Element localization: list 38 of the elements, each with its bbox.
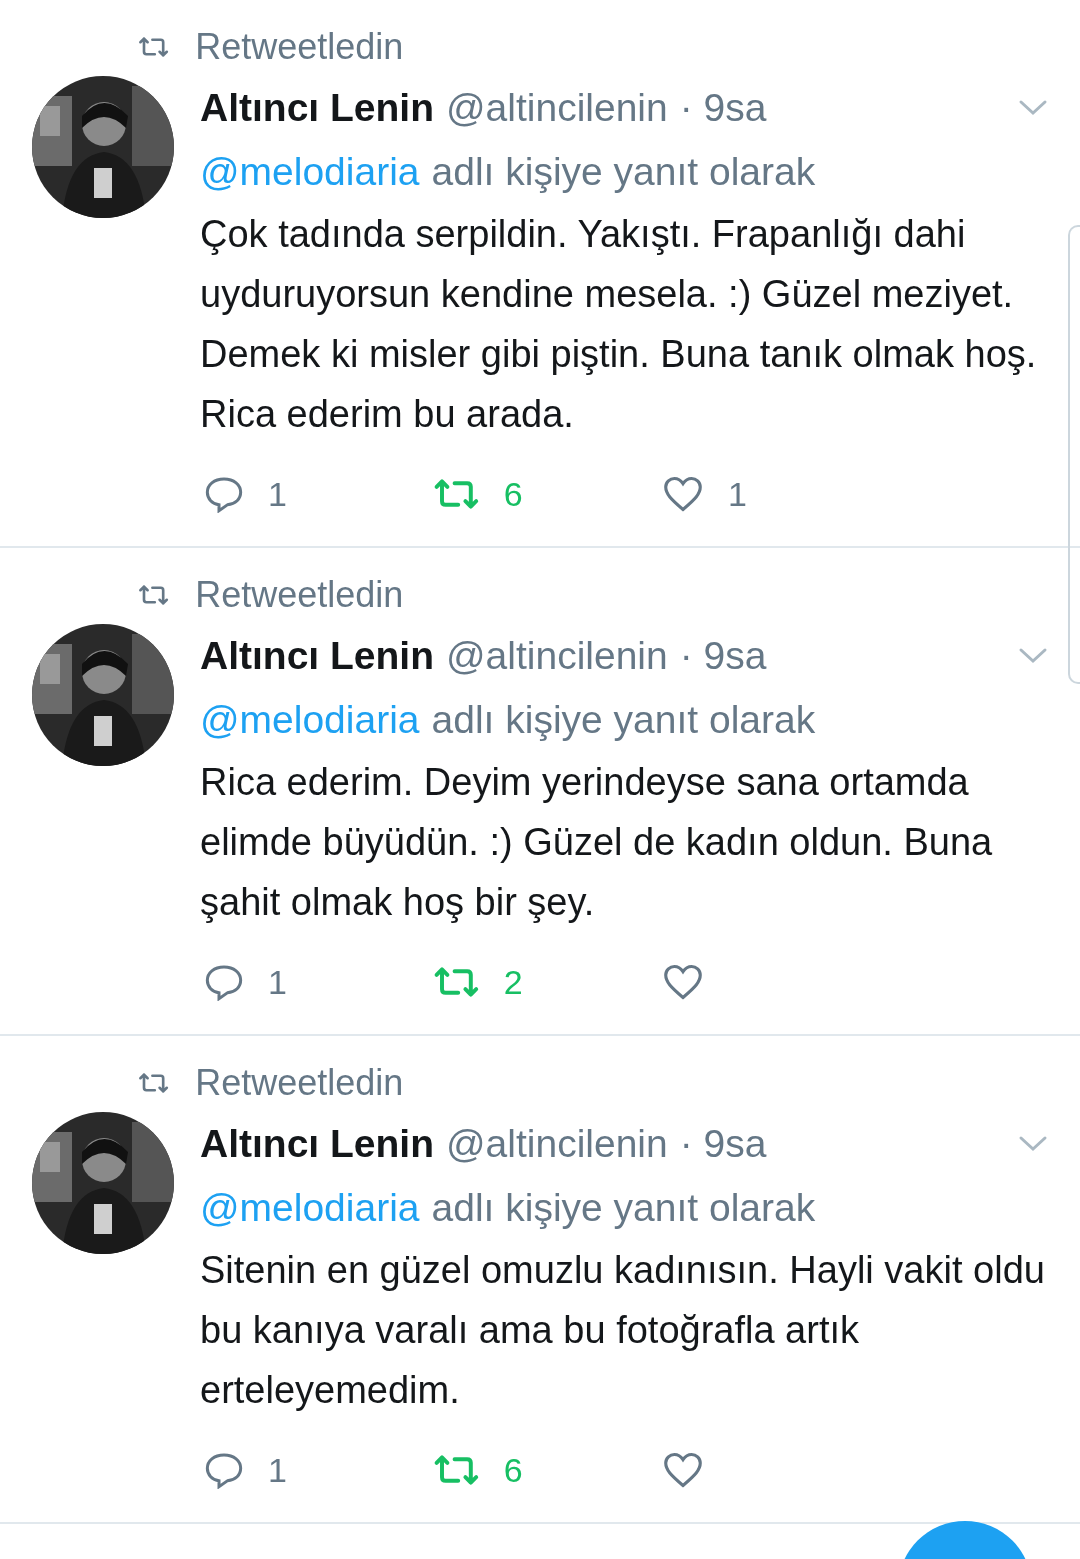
- reply-icon[interactable]: [204, 475, 244, 513]
- reply-context: adlı kişiye yanıt olarak: [431, 698, 816, 742]
- author-name: Altıncı Lenin: [200, 86, 434, 130]
- like-count: 1: [728, 474, 747, 514]
- scroll-handle[interactable]: [1068, 225, 1080, 684]
- retweet-count: 2: [503, 962, 523, 1002]
- retweet-icon: [138, 583, 170, 607]
- reply-icon[interactable]: [204, 963, 244, 1001]
- tweet-time: · 9sa: [679, 1122, 767, 1166]
- mention-link[interactable]: @melodiaria: [200, 698, 420, 742]
- author-handle: @altincilenin: [446, 634, 668, 678]
- tweet-text: Sitenin en güzel omuzlu kadınısın. Hayli vakit oldu bu kanıya varalı ama bu fotoğrafla artık erteleyemedim.: [200, 1248, 1046, 1413]
- tweet-time: · 9sa: [679, 86, 767, 130]
- reply-context: adlı kişiye yanıt olarak: [431, 150, 816, 194]
- author-name: Altıncı Lenin: [200, 1122, 434, 1166]
- retweet-icon: [138, 1071, 170, 1095]
- retweet-label: Retweetledin: [195, 574, 404, 616]
- author-name: Altıncı Lenin: [200, 634, 434, 678]
- reply-count: 1: [268, 962, 287, 1002]
- author-handle: @altincilenin: [446, 86, 668, 130]
- reply-icon[interactable]: [204, 1451, 244, 1489]
- reply-count: 1: [268, 474, 287, 514]
- heart-icon[interactable]: [662, 963, 704, 1001]
- reply-count: 1: [268, 1450, 287, 1490]
- author-handle: @altincilenin: [446, 1122, 668, 1166]
- heart-icon[interactable]: [662, 1451, 704, 1489]
- mention-link[interactable]: @melodiaria: [200, 150, 420, 194]
- heart-icon[interactable]: [662, 475, 704, 513]
- mention-link[interactable]: @melodiaria: [200, 1186, 420, 1230]
- retweet-count: 6: [503, 1450, 523, 1490]
- tweet-text: Çok tadında serpildin. Yakıştı. Frapanlığı dahi uyduruyorsun kendine mesela. :) Güzel meziyet. Demek ki misler gibi piştin. Buna tanık olmak hoş. Rica ederim bu arada.: [200, 212, 1038, 437]
- retweet-count: 6: [503, 474, 523, 514]
- retweet-label: Retweetledin: [195, 26, 404, 68]
- retweet-label: Retweetledin: [195, 1062, 404, 1104]
- tweet-time: · 9sa: [679, 634, 767, 678]
- reply-context: adlı kişiye yanıt olarak: [431, 1186, 816, 1230]
- tweet-text: Rica ederim. Deyim yerindeyse sana ortamda elimde büyüdün. :) Güzel de kadın oldun. Buna şahit olmak hoş bir şey.: [200, 760, 994, 925]
- retweet-icon: [138, 35, 170, 59]
